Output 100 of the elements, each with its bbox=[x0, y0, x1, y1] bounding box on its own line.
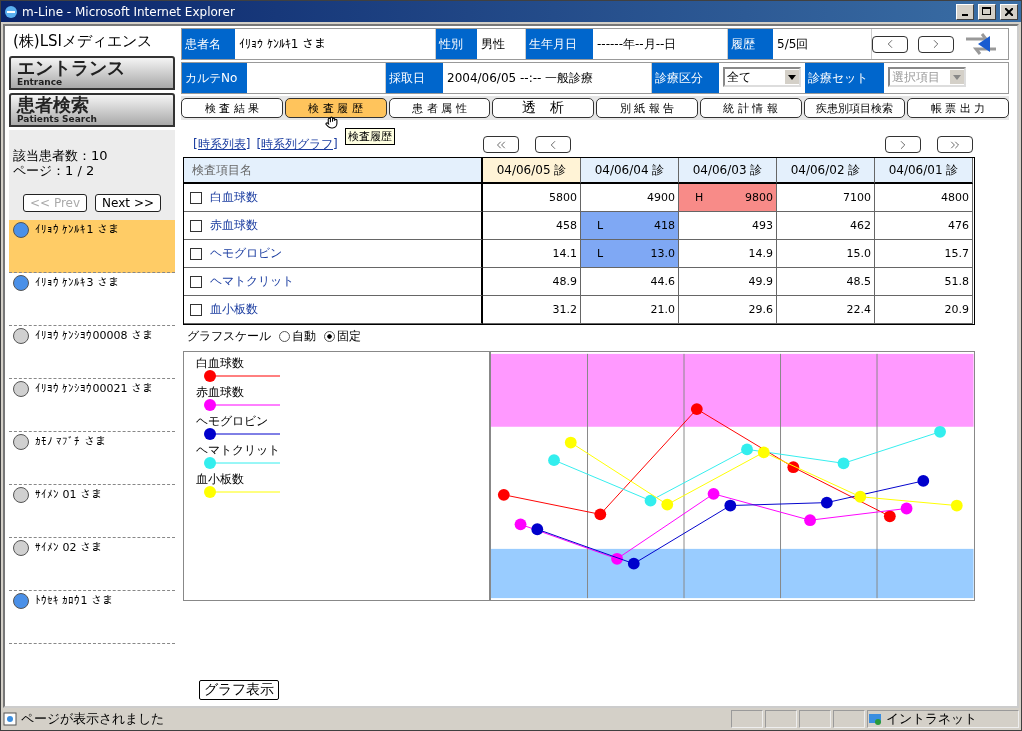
test-item-link[interactable]: ヘマトクリット bbox=[210, 273, 294, 290]
browser-icon bbox=[4, 4, 18, 19]
tab[interactable]: 患 者 属 性 bbox=[388, 98, 491, 118]
maximize-button[interactable] bbox=[978, 3, 996, 20]
patient-item[interactable]: ﾄｳｾｷ ｶﾛｳ1 さま bbox=[9, 591, 175, 644]
next-button[interactable]: Next >> bbox=[95, 194, 161, 212]
nav-subtitle: Entrance bbox=[17, 77, 64, 87]
field-label: 採取日 bbox=[386, 63, 443, 93]
status-panel bbox=[833, 710, 865, 728]
flag-label: L bbox=[597, 247, 604, 260]
minimize-button[interactable] bbox=[956, 3, 974, 20]
result-value: 14.9 bbox=[748, 247, 773, 260]
nav-button[interactable]: 患者検索 Patients Search bbox=[9, 93, 175, 127]
last-page-button[interactable] bbox=[937, 136, 973, 153]
data-point bbox=[565, 436, 578, 449]
test-item-link[interactable]: 血小板数 bbox=[210, 301, 258, 318]
result-value: 476 bbox=[948, 219, 969, 232]
data-point bbox=[884, 510, 897, 523]
data-point bbox=[661, 498, 674, 511]
status-panel bbox=[799, 710, 831, 728]
radio-button[interactable] bbox=[279, 330, 290, 342]
tab[interactable]: 透 析 bbox=[492, 98, 594, 118]
checkbox[interactable] bbox=[190, 275, 202, 288]
view-link[interactable]: [時系列グラフ] bbox=[256, 135, 338, 153]
patient-item[interactable]: ｲﾘｮｳ ｹﾝﾙｷ1 さま bbox=[9, 220, 175, 273]
test-item-link[interactable]: ヘモグロビン bbox=[210, 245, 282, 262]
date-column-header[interactable]: 04/06/03 診 bbox=[679, 158, 777, 184]
data-point bbox=[724, 499, 737, 512]
radio-label: 自動 bbox=[292, 327, 316, 345]
data-point bbox=[691, 403, 704, 415]
patient-item[interactable]: ｶﾓﾉ ﾏﾌﾞﾁ さま bbox=[9, 432, 175, 485]
data-point bbox=[917, 475, 930, 487]
checkbox[interactable] bbox=[190, 247, 202, 260]
data-point bbox=[741, 443, 754, 456]
company-logo: (株)LSIメディエンス bbox=[12, 31, 153, 52]
dropdown-field[interactable]: 全て bbox=[723, 67, 801, 87]
result-value: 462 bbox=[850, 219, 871, 232]
previous-page-button[interactable] bbox=[535, 136, 571, 153]
test-item-link[interactable]: 赤血球数 bbox=[210, 217, 258, 234]
checkbox[interactable] bbox=[190, 191, 202, 204]
patient-name: ﾄｳｾｷ ｶﾛｳ1 さま bbox=[35, 593, 113, 609]
field-label: 履歴 bbox=[728, 29, 773, 59]
tab[interactable]: 検 査 履 歴 bbox=[284, 98, 387, 118]
result-value: 7100 bbox=[843, 191, 871, 204]
placeholder-text: 選択項目 bbox=[892, 68, 940, 86]
legend-label: 血小板数 bbox=[196, 472, 245, 486]
maximize-icon bbox=[982, 7, 992, 16]
zone-text: イントラネット bbox=[886, 710, 977, 728]
data-point bbox=[951, 499, 964, 512]
date-column-header[interactable]: 04/06/02 診 bbox=[777, 158, 875, 184]
data-point bbox=[934, 425, 947, 438]
first-page-button[interactable] bbox=[483, 136, 519, 153]
graph-display-button[interactable]: グラフ表示 bbox=[199, 680, 279, 700]
close-button[interactable] bbox=[1000, 3, 1018, 20]
date-column-header[interactable]: 04/06/01 診 bbox=[875, 158, 973, 184]
view-link[interactable]: [時系列表] bbox=[193, 135, 251, 153]
patient-item[interactable]: ｻｲﾒﾝ 02 さま bbox=[9, 538, 175, 591]
tab[interactable]: 統 計 情 報 bbox=[699, 98, 802, 118]
patient-item[interactable]: ｲﾘﾖｳ ｹﾝｼﾖｳ00008 さま bbox=[9, 326, 175, 379]
result-value: 15.0 bbox=[846, 247, 871, 260]
swap-arrows-icon[interactable] bbox=[964, 33, 998, 55]
checkbox[interactable] bbox=[190, 303, 202, 316]
nav-button[interactable]: エントランス Entrance bbox=[9, 56, 175, 90]
patient-name: ｻｲﾒﾝ 01 さま bbox=[35, 487, 102, 503]
radio-button[interactable] bbox=[324, 330, 335, 342]
tab[interactable]: 帳 票 出 力 bbox=[907, 98, 1009, 118]
result-value: 49.9 bbox=[748, 275, 773, 288]
flag-label: L bbox=[597, 219, 604, 232]
patient-name: ｲﾘﾖｳ ｹﾝｼﾖｳ00008 さま bbox=[35, 328, 153, 344]
tab[interactable]: 疾患別項目検索 bbox=[803, 98, 906, 118]
result-value: 22.4 bbox=[846, 303, 871, 316]
field-label: 患者名 bbox=[182, 29, 235, 59]
patient-item[interactable]: ｻｲﾒﾝ 01 さま bbox=[9, 485, 175, 538]
tab[interactable]: 検 査 結 果 bbox=[181, 98, 283, 118]
patient-count: 該当患者数：10 bbox=[13, 148, 109, 163]
data-point bbox=[594, 508, 607, 521]
dropdown-arrow-icon bbox=[953, 74, 961, 80]
data-point bbox=[645, 494, 657, 507]
field-label: 生年月日 bbox=[526, 29, 593, 59]
result-value: 9800 bbox=[745, 191, 773, 204]
next-button[interactable] bbox=[918, 35, 954, 53]
status-panel bbox=[731, 710, 763, 728]
test-item-link[interactable]: 白血球数 bbox=[210, 189, 258, 206]
page-icon bbox=[3, 712, 17, 726]
date-column-header[interactable]: 04/06/05 診 bbox=[483, 158, 581, 184]
tooltip: 検査履歴 bbox=[345, 128, 395, 145]
minimize-icon bbox=[962, 13, 968, 16]
tab[interactable]: 別 紙 報 告 bbox=[596, 98, 698, 118]
patient-name: ｻｲﾒﾝ 02 さま bbox=[35, 540, 102, 556]
patient-item[interactable]: ｲﾘｮｳ ｹﾝﾙｷ3 さま bbox=[9, 273, 175, 326]
patient-item[interactable]: ｲﾘﾖｳ ｹﾝｼﾖｳ00021 さま bbox=[9, 379, 175, 432]
result-value: 48.9 bbox=[552, 275, 577, 288]
previous-button[interactable] bbox=[872, 35, 908, 53]
next-page-button[interactable] bbox=[885, 136, 921, 153]
data-point bbox=[708, 487, 720, 500]
checkbox[interactable] bbox=[190, 219, 202, 232]
data-point bbox=[901, 502, 913, 515]
result-value: 458 bbox=[556, 219, 577, 232]
field-label: 診療区分 bbox=[652, 63, 719, 93]
date-column-header[interactable]: 04/06/04 診 bbox=[581, 158, 679, 184]
